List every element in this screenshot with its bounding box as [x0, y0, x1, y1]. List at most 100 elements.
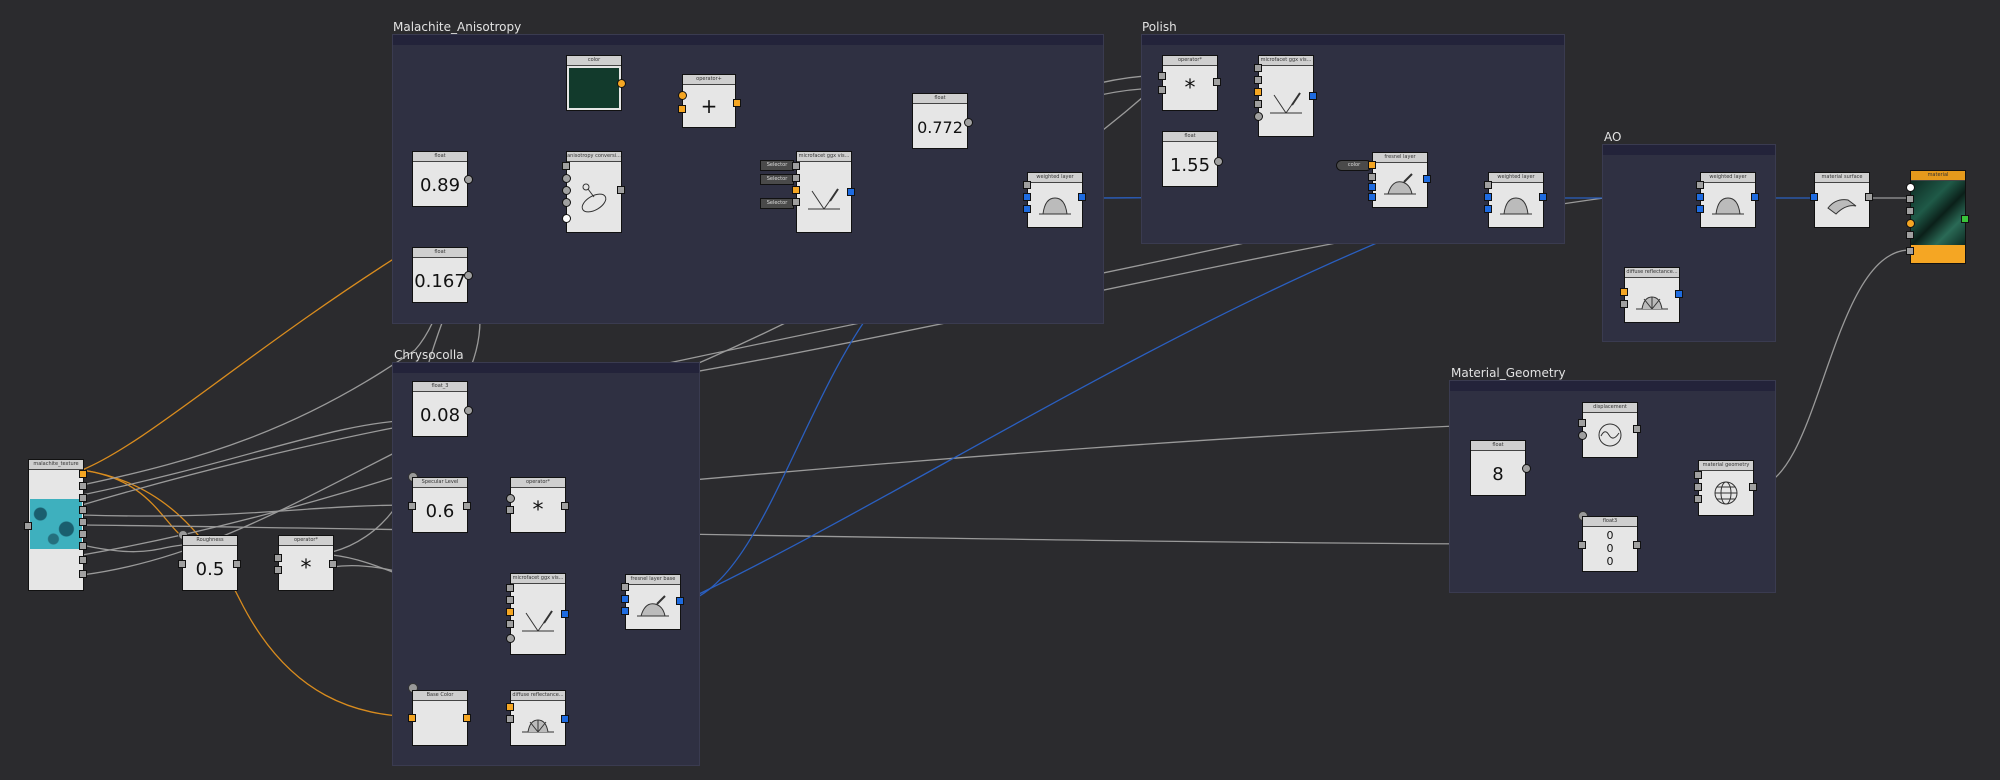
input-port[interactable]: [1484, 205, 1492, 213]
output-port[interactable]: [79, 482, 87, 490]
output-port[interactable]: [1961, 215, 1969, 223]
output-port[interactable]: [79, 518, 87, 526]
node-graph-canvas[interactable]: Malachite_Anisotropy Polish AO Chrysocol…: [0, 0, 2000, 780]
input-port-b[interactable]: [506, 506, 514, 514]
anisotropy-conversion-node[interactable]: anisotropy conversi...: [562, 151, 625, 233]
input-port[interactable]: [1484, 181, 1492, 189]
microfacet-ggx-node-polish[interactable]: microfacet ggx vis...: [1254, 55, 1317, 137]
weighted-layer-node-malachite[interactable]: weighted layer: [1023, 172, 1086, 228]
input-port[interactable]: [1368, 183, 1376, 191]
input-port[interactable]: [562, 214, 571, 223]
input-port[interactable]: [562, 198, 571, 207]
input-port[interactable]: [1906, 207, 1914, 215]
input-port[interactable]: [1694, 495, 1702, 503]
input-port[interactable]: [621, 607, 629, 615]
output-port[interactable]: [561, 715, 569, 723]
input-port[interactable]: [506, 608, 514, 616]
specular-level-node[interactable]: Specular Level 0.6: [408, 477, 471, 533]
float-node-0167[interactable]: float 0.167: [412, 247, 473, 303]
output-port[interactable]: [1539, 193, 1547, 201]
float3-node-geometry[interactable]: float3 0 0 0: [1578, 516, 1641, 572]
input-port[interactable]: [621, 583, 629, 591]
input-port[interactable]: [792, 162, 800, 170]
output-port[interactable]: [733, 99, 741, 107]
input-port[interactable]: [1023, 205, 1031, 213]
input-port[interactable]: [1696, 181, 1704, 189]
roughness-node[interactable]: Roughness 0.5: [178, 535, 241, 591]
output-port[interactable]: [561, 610, 569, 618]
input-port-a[interactable]: [506, 494, 515, 503]
input-port[interactable]: [1254, 76, 1262, 84]
output-port[interactable]: [1675, 290, 1683, 298]
input-port[interactable]: [1484, 193, 1492, 201]
input-port[interactable]: [562, 174, 571, 183]
output-port[interactable]: [676, 597, 684, 605]
output-port[interactable]: [1633, 541, 1641, 549]
operator-plus-node[interactable]: operator+ +: [678, 74, 741, 128]
input-port[interactable]: [506, 703, 514, 711]
input-port[interactable]: [562, 186, 571, 195]
output-port[interactable]: [464, 175, 473, 184]
output-port[interactable]: [1423, 175, 1431, 183]
input-port[interactable]: [24, 522, 32, 530]
input-port[interactable]: [792, 186, 800, 194]
selector-tag-2[interactable]: Selector: [760, 174, 794, 185]
output-port[interactable]: [79, 570, 87, 578]
input-port-a[interactable]: [1158, 72, 1166, 80]
output-port[interactable]: [79, 530, 87, 538]
input-port[interactable]: [1368, 173, 1376, 181]
output-port[interactable]: [463, 714, 471, 722]
operator-multiply-node-roughness[interactable]: operator* *: [274, 535, 337, 591]
input-port[interactable]: [1368, 193, 1376, 201]
input-port[interactable]: [1368, 161, 1376, 169]
input-port[interactable]: [1906, 231, 1914, 239]
float-node-089[interactable]: float 0.89: [412, 151, 473, 207]
input-port[interactable]: [621, 595, 629, 603]
input-port[interactable]: [178, 560, 186, 568]
input-port[interactable]: [506, 596, 514, 604]
input-port[interactable]: [1696, 205, 1704, 213]
input-port[interactable]: [1810, 193, 1818, 201]
output-port[interactable]: [464, 271, 473, 280]
output-port[interactable]: [1213, 78, 1221, 86]
output-port-color[interactable]: [79, 470, 87, 478]
group-malachite-anisotropy[interactable]: [392, 34, 1104, 324]
base-color-node[interactable]: Base Color: [408, 690, 471, 746]
input-port[interactable]: [1694, 471, 1702, 479]
output-port[interactable]: [1522, 464, 1531, 473]
input-port[interactable]: [792, 198, 800, 206]
microfacet-ggx-node-malachite[interactable]: microfacet ggx vis...: [792, 151, 855, 233]
float-node-8[interactable]: float 8: [1470, 440, 1531, 496]
output-port[interactable]: [847, 188, 855, 196]
output-port[interactable]: [329, 560, 337, 568]
input-port[interactable]: [1906, 219, 1915, 228]
float-node-155[interactable]: float 1.55: [1162, 131, 1223, 187]
output-port[interactable]: [79, 542, 87, 550]
fresnel-layer-node[interactable]: fresnel layer: [1368, 152, 1431, 208]
output-port[interactable]: [79, 506, 87, 514]
input-port[interactable]: [506, 634, 515, 643]
input-port[interactable]: [506, 715, 514, 723]
material-geometry-node[interactable]: material geometry: [1694, 460, 1757, 516]
output-port[interactable]: [964, 118, 973, 127]
input-port[interactable]: [1578, 431, 1587, 440]
malachite-texture-node[interactable]: malachite_texture: [24, 459, 87, 591]
output-port[interactable]: [617, 186, 625, 194]
input-port[interactable]: [1254, 88, 1262, 96]
input-port[interactable]: [1906, 247, 1914, 255]
input-port-a[interactable]: [274, 554, 282, 562]
operator-multiply-node-chrysocolla[interactable]: operator* *: [506, 477, 569, 533]
input-port[interactable]: [562, 162, 570, 170]
weighted-layer-node-polish[interactable]: weighted layer: [1484, 172, 1547, 228]
selector-tag-3[interactable]: Selector: [760, 198, 794, 209]
color-tag-polish[interactable]: color: [1336, 160, 1372, 171]
input-port[interactable]: [408, 714, 416, 722]
float-value[interactable]: 0.89: [413, 166, 467, 204]
microfacet-ggx-node-chrysocolla[interactable]: microfacet ggx vis...: [506, 573, 569, 655]
input-port[interactable]: [1254, 64, 1262, 72]
fresnel-layer-base-node[interactable]: fresnel layer base: [621, 574, 684, 630]
output-port[interactable]: [233, 560, 241, 568]
float-node-0772[interactable]: float 0.772: [912, 93, 973, 149]
float3-node-008[interactable]: float_3 0.08: [412, 381, 473, 437]
input-port[interactable]: [1696, 193, 1704, 201]
